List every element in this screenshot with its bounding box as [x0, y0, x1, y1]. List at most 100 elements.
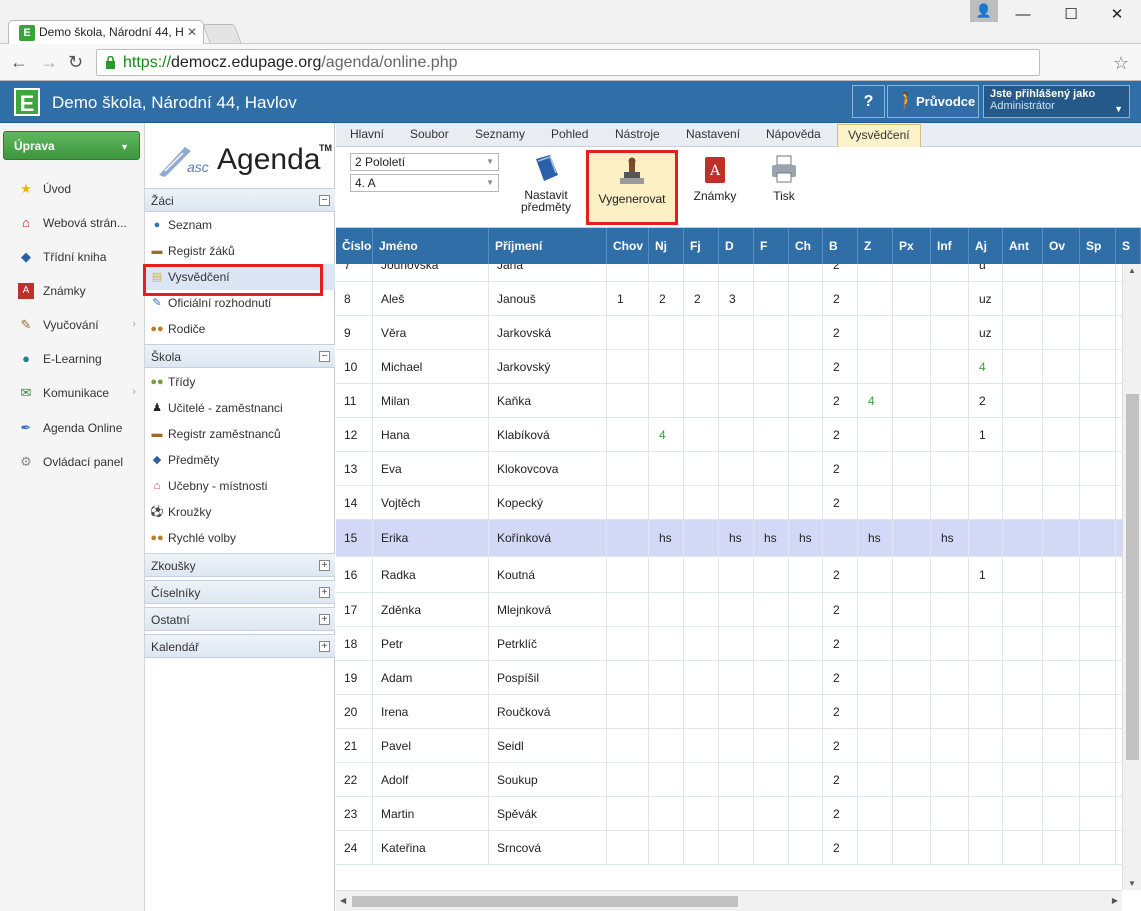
column-header[interactable]: Ch	[789, 228, 823, 264]
table-cell[interactable]: 16	[336, 557, 373, 592]
table-cell[interactable]: Jarkovský	[489, 350, 607, 383]
table-cell[interactable]	[1003, 264, 1043, 281]
menu-item-znamky[interactable]: A Známky	[0, 276, 144, 306]
table-cell[interactable]: Kateřina	[373, 831, 489, 864]
table-cell[interactable]	[1080, 282, 1116, 315]
scroll-down-icon[interactable]: ▼	[1128, 879, 1136, 888]
menu-item-komunikace[interactable]: ✉ Komunikace ›	[0, 378, 144, 408]
table-cell[interactable]	[684, 486, 719, 519]
table-cell[interactable]: 20	[336, 695, 373, 728]
uprava-button[interactable]: Úprava ▼	[3, 131, 140, 160]
column-header[interactable]: S	[1116, 228, 1141, 264]
table-cell[interactable]	[607, 729, 649, 762]
table-cell[interactable]	[754, 661, 789, 694]
tab-vysvedceni[interactable]: Vysvědčení	[837, 124, 921, 147]
table-cell[interactable]	[858, 316, 893, 349]
scroll-up-icon[interactable]: ▲	[1128, 266, 1136, 275]
table-cell[interactable]	[649, 831, 684, 864]
table-cell[interactable]	[931, 316, 969, 349]
table-cell[interactable]	[1003, 797, 1043, 830]
table-cell[interactable]	[1080, 729, 1116, 762]
table-cell[interactable]	[931, 418, 969, 451]
table-row[interactable]: 18 Petr Petrklíč 2	[336, 627, 1122, 661]
table-cell[interactable]	[607, 763, 649, 796]
expand-icon[interactable]: +	[319, 560, 330, 571]
table-cell[interactable]: Kořínková	[489, 520, 607, 556]
table-cell[interactable]	[719, 729, 754, 762]
table-cell[interactable]	[858, 797, 893, 830]
table-cell[interactable]: Erika	[373, 520, 489, 556]
table-cell[interactable]	[1043, 695, 1080, 728]
scroll-right-icon[interactable]: ▶	[1112, 896, 1118, 905]
table-cell[interactable]: 2	[823, 729, 858, 762]
user-account-dropdown[interactable]: Jste přihlášený jako Administrátor ▼	[983, 85, 1130, 118]
table-cell[interactable]	[893, 418, 931, 451]
table-cell[interactable]	[789, 350, 823, 383]
table-cell[interactable]	[1080, 520, 1116, 556]
table-cell[interactable]: Adolf	[373, 763, 489, 796]
table-cell[interactable]	[719, 831, 754, 864]
menu-item-agenda-online[interactable]: ✒ Agenda Online	[0, 413, 144, 443]
table-cell[interactable]	[931, 384, 969, 417]
table-cell[interactable]	[684, 316, 719, 349]
browser-tab[interactable]: E Demo škola, Národní 44, H ✕	[8, 20, 204, 45]
table-cell[interactable]	[931, 282, 969, 315]
table-cell[interactable]	[1080, 452, 1116, 485]
back-arrow-icon[interactable]: ←	[10, 52, 28, 73]
table-cell[interactable]: 23	[336, 797, 373, 830]
table-row[interactable]: 10 Michael Jarkovský 2 4	[336, 350, 1122, 384]
table-cell[interactable]	[607, 486, 649, 519]
table-cell[interactable]	[1003, 486, 1043, 519]
table-cell[interactable]	[1003, 729, 1043, 762]
table-cell[interactable]	[1003, 593, 1043, 626]
table-cell[interactable]	[649, 695, 684, 728]
table-cell[interactable]	[893, 593, 931, 626]
table-cell[interactable]: Kopecký	[489, 486, 607, 519]
address-bar[interactable]: https://democz.edupage.org/agenda/online…	[96, 49, 1129, 76]
table-row[interactable]: 9 Věra Jarkovská 2 uz	[336, 316, 1122, 350]
table-cell[interactable]	[893, 661, 931, 694]
column-header[interactable]: Příjmení	[489, 228, 607, 264]
table-cell[interactable]	[719, 452, 754, 485]
scroll-thumb[interactable]	[1126, 394, 1139, 760]
table-row[interactable]: 11 Milan Kaňka 2 4 2	[336, 384, 1122, 418]
table-cell[interactable]	[1080, 264, 1116, 281]
table-cell[interactable]	[789, 593, 823, 626]
help-button[interactable]: ?	[852, 85, 885, 118]
column-header[interactable]: Jméno	[373, 228, 489, 264]
table-cell[interactable]	[858, 593, 893, 626]
table-cell[interactable]	[754, 763, 789, 796]
table-cell[interactable]: 21	[336, 729, 373, 762]
znamky-button[interactable]: A Známky	[688, 153, 742, 203]
table-cell[interactable]	[1043, 418, 1080, 451]
column-header[interactable]: Z	[858, 228, 893, 264]
table-cell[interactable]	[754, 831, 789, 864]
table-cell[interactable]: 2	[823, 316, 858, 349]
table-cell[interactable]	[931, 661, 969, 694]
table-cell[interactable]	[754, 557, 789, 592]
table-cell[interactable]	[893, 520, 931, 556]
column-header[interactable]: Číslo	[336, 228, 373, 264]
table-cell[interactable]: uz	[969, 316, 1003, 349]
table-cell[interactable]	[789, 316, 823, 349]
table-cell[interactable]	[684, 557, 719, 592]
table-cell[interactable]	[1080, 557, 1116, 592]
table-cell[interactable]	[607, 520, 649, 556]
table-cell[interactable]	[789, 627, 823, 660]
table-cell[interactable]: 12	[336, 418, 373, 451]
table-cell[interactable]	[1043, 316, 1080, 349]
table-cell[interactable]	[1080, 486, 1116, 519]
table-cell[interactable]	[931, 627, 969, 660]
table-cell[interactable]	[969, 452, 1003, 485]
table-cell[interactable]	[1003, 763, 1043, 796]
table-cell[interactable]	[649, 384, 684, 417]
table-cell[interactable]	[1043, 520, 1080, 556]
table-row[interactable]: 17 Zděnka Mlejnková 2	[336, 593, 1122, 627]
table-cell[interactable]: Spěvák	[489, 797, 607, 830]
table-cell[interactable]: 2	[823, 264, 858, 281]
table-cell[interactable]: 19	[336, 661, 373, 694]
column-header[interactable]: Chov	[607, 228, 649, 264]
table-cell[interactable]	[684, 418, 719, 451]
table-cell[interactable]: 10	[336, 350, 373, 383]
nastavit-predmety-button[interactable]: Nastavit předměty	[514, 153, 578, 213]
